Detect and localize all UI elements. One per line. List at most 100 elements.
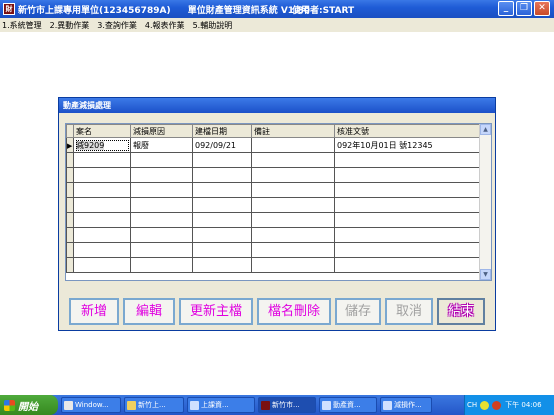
column-header-note[interactable]: 備註 bbox=[251, 124, 335, 138]
table-cell[interactable] bbox=[73, 212, 131, 228]
table-row[interactable] bbox=[66, 242, 481, 258]
table-cell[interactable] bbox=[130, 197, 193, 213]
cell-note[interactable] bbox=[251, 137, 335, 153]
task-folder[interactable]: 新竹上... bbox=[124, 397, 184, 413]
table-cell[interactable] bbox=[251, 197, 335, 213]
close-button[interactable]: ✕ bbox=[534, 1, 550, 16]
clock: 下午 04:06 bbox=[505, 401, 542, 409]
table-cell[interactable] bbox=[334, 242, 481, 258]
grid-table: 案名 減損原因 建檔日期 備註 核准文號 ▶ 減9209 報廢 092/09/2… bbox=[66, 124, 481, 273]
task-form[interactable]: 動產資... bbox=[319, 397, 377, 413]
table-cell[interactable] bbox=[73, 197, 131, 213]
table-cell[interactable] bbox=[73, 152, 131, 168]
table-cell[interactable] bbox=[192, 152, 252, 168]
table-cell[interactable] bbox=[334, 212, 481, 228]
table-row[interactable] bbox=[66, 257, 481, 273]
table-cell[interactable] bbox=[73, 257, 131, 273]
table-cell[interactable] bbox=[192, 212, 252, 228]
minimize-button[interactable]: _ bbox=[498, 1, 514, 16]
maximize-button[interactable]: ❐ bbox=[516, 1, 532, 16]
table-cell[interactable] bbox=[251, 227, 335, 243]
table-cell[interactable] bbox=[130, 257, 193, 273]
table-cell[interactable] bbox=[251, 257, 335, 273]
start-button[interactable]: 開始 bbox=[0, 395, 58, 415]
table-cell[interactable] bbox=[130, 182, 193, 198]
table-cell[interactable] bbox=[334, 152, 481, 168]
table-row[interactable]: ▶ 減9209 報廢 092/09/21 092年10月01日 號12345 bbox=[66, 137, 481, 153]
row-indicator bbox=[66, 212, 74, 228]
table-cell[interactable] bbox=[251, 152, 335, 168]
table-cell[interactable] bbox=[192, 227, 252, 243]
tray-icon[interactable] bbox=[492, 400, 502, 410]
menu-system[interactable]: 1.系統管理 bbox=[2, 20, 42, 31]
exit-button[interactable]: 結束 bbox=[437, 298, 485, 325]
menu-change[interactable]: 2.異動作業 bbox=[50, 20, 90, 31]
menu-help[interactable]: 5.輔助說明 bbox=[193, 20, 233, 31]
task-app[interactable]: 新竹市... bbox=[258, 397, 316, 413]
cell-case[interactable]: 減9209 bbox=[73, 137, 131, 153]
table-cell[interactable] bbox=[251, 167, 335, 183]
table-cell[interactable] bbox=[192, 182, 252, 198]
table-cell[interactable] bbox=[334, 227, 481, 243]
table-cell[interactable] bbox=[334, 167, 481, 183]
table-cell[interactable] bbox=[251, 212, 335, 228]
table-cell[interactable] bbox=[192, 257, 252, 273]
add-button[interactable]: 新增 bbox=[69, 298, 119, 325]
window-title-bar[interactable]: 財 新竹市上課專用單位(123456789A) 單位財產管理資訊系統 V1.80… bbox=[0, 0, 554, 18]
table-cell[interactable] bbox=[130, 212, 193, 228]
table-cell[interactable] bbox=[130, 227, 193, 243]
column-header-case[interactable]: 案名 bbox=[73, 124, 131, 138]
form-icon bbox=[383, 400, 392, 410]
update-master-button[interactable]: 更新主檔 bbox=[179, 298, 253, 325]
table-cell[interactable] bbox=[251, 182, 335, 198]
task-loss[interactable]: 減損作... bbox=[380, 397, 432, 413]
row-indicator bbox=[66, 227, 74, 243]
cancel-button[interactable]: 取消 bbox=[385, 298, 433, 325]
table-row[interactable] bbox=[66, 167, 481, 183]
tray-icon[interactable] bbox=[480, 400, 490, 410]
row-indicator bbox=[66, 182, 74, 198]
column-header-approval[interactable]: 核准文號 bbox=[334, 124, 481, 138]
cell-date[interactable]: 092/09/21 bbox=[192, 137, 252, 153]
table-cell[interactable] bbox=[130, 152, 193, 168]
app-icon bbox=[261, 400, 270, 410]
grid-scrollbar[interactable]: ▲ ▼ bbox=[479, 124, 491, 280]
table-cell[interactable] bbox=[334, 197, 481, 213]
table-cell[interactable] bbox=[334, 182, 481, 198]
menu-query[interactable]: 3.查詢作業 bbox=[97, 20, 137, 31]
data-grid[interactable]: 案名 減損原因 建檔日期 備註 核准文號 ▶ 減9209 報廢 092/09/2… bbox=[65, 123, 492, 281]
table-row[interactable] bbox=[66, 152, 481, 168]
table-cell[interactable] bbox=[251, 242, 335, 258]
table-cell[interactable] bbox=[73, 167, 131, 183]
table-cell[interactable] bbox=[73, 182, 131, 198]
table-cell[interactable] bbox=[334, 257, 481, 273]
table-cell[interactable] bbox=[192, 242, 252, 258]
scroll-down-icon[interactable]: ▼ bbox=[480, 269, 491, 280]
table-cell[interactable] bbox=[73, 227, 131, 243]
table-cell[interactable] bbox=[130, 242, 193, 258]
table-row[interactable] bbox=[66, 197, 481, 213]
app-icon: 財 bbox=[3, 3, 15, 15]
table-cell[interactable] bbox=[130, 167, 193, 183]
taskbar: 開始 Window... 新竹上... 上課資... 新竹市... 動產資...… bbox=[0, 395, 554, 415]
edit-button[interactable]: 編輯 bbox=[123, 298, 175, 325]
column-header-date[interactable]: 建檔日期 bbox=[192, 124, 252, 138]
table-row[interactable] bbox=[66, 212, 481, 228]
table-cell[interactable] bbox=[73, 242, 131, 258]
table-row[interactable] bbox=[66, 182, 481, 198]
column-header-reason[interactable]: 減損原因 bbox=[130, 124, 193, 138]
language-indicator[interactable]: CH bbox=[467, 401, 477, 409]
save-button[interactable]: 儲存 bbox=[335, 298, 381, 325]
table-row[interactable] bbox=[66, 227, 481, 243]
table-cell[interactable] bbox=[192, 197, 252, 213]
task-doc[interactable]: 上課資... bbox=[187, 397, 255, 413]
task-window[interactable]: Window... bbox=[61, 397, 121, 413]
menu-report[interactable]: 4.報表作業 bbox=[145, 20, 185, 31]
scroll-up-icon[interactable]: ▲ bbox=[480, 124, 491, 135]
document-icon bbox=[190, 400, 199, 410]
cell-approval[interactable]: 092年10月01日 號12345 bbox=[334, 137, 481, 153]
cell-reason[interactable]: 報廢 bbox=[130, 137, 193, 153]
table-cell[interactable] bbox=[192, 167, 252, 183]
current-row-indicator: ▶ bbox=[66, 137, 74, 153]
delete-button[interactable]: 檔名刪除 bbox=[257, 298, 331, 325]
